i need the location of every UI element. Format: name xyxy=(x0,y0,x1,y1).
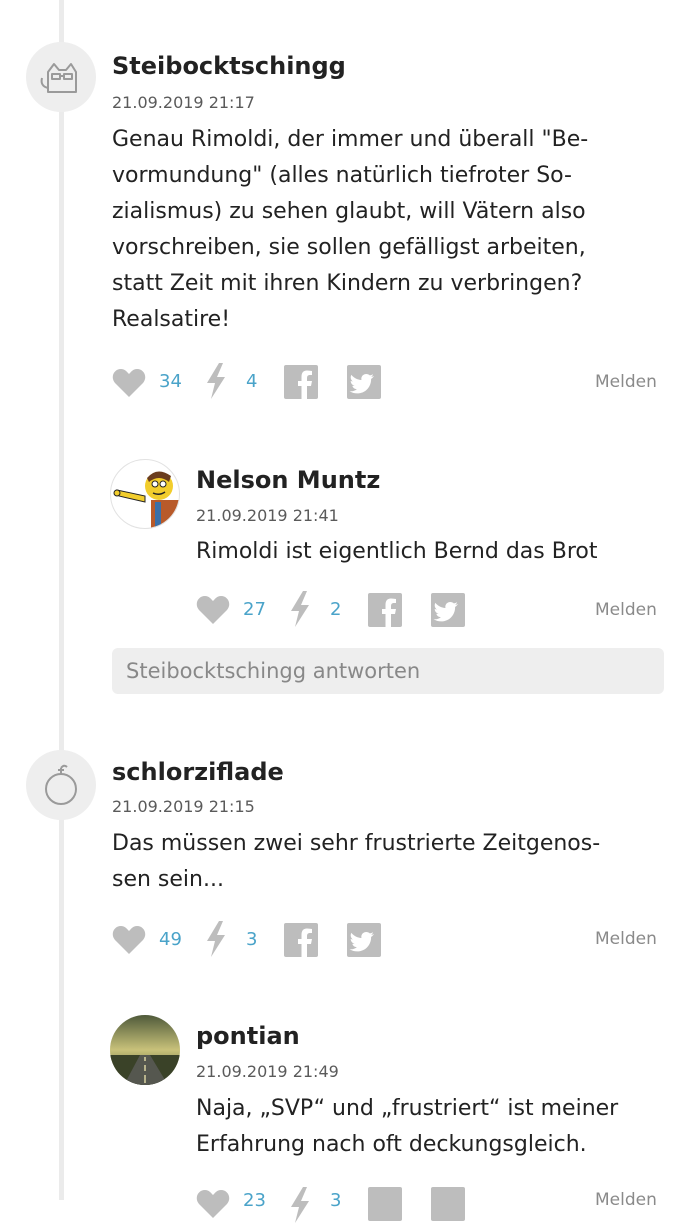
report-link[interactable]: Melden xyxy=(595,1190,657,1210)
lightning-icon[interactable] xyxy=(204,362,228,400)
comment-line: Rimoldi ist eigentlich Bernd das Brot xyxy=(196,539,598,564)
cat-avatar-icon xyxy=(40,63,77,93)
like-count: 23 xyxy=(243,1190,266,1211)
comment-line: vorschreiben, sie sollen gefälligst arbe… xyxy=(112,235,586,260)
comment-date: 21.09.2019 21:49 xyxy=(196,1062,339,1081)
comment-body: Naja, „SVP“ und „frustriert“ ist meiner … xyxy=(196,1091,676,1163)
like-count: 27 xyxy=(243,599,266,620)
like-count: 34 xyxy=(159,371,182,392)
comment-line: sen sein... xyxy=(112,867,224,892)
comment-date: 21.09.2019 21:15 xyxy=(112,797,255,816)
comment-body: Das müssen zwei sehr frustrierte Zeitgen… xyxy=(112,826,672,898)
reply-input[interactable]: Steibocktschingg antworten xyxy=(112,648,664,694)
comment-author[interactable]: pontian xyxy=(196,1022,300,1050)
flash-count: 3 xyxy=(246,929,258,950)
avatar[interactable] xyxy=(26,750,96,820)
facebook-icon[interactable] xyxy=(368,593,402,627)
twitter-icon[interactable] xyxy=(347,923,381,957)
comment-line: Erfahrung nach oft deckungsgleich. xyxy=(196,1132,587,1157)
like-count: 49 xyxy=(159,929,182,950)
heart-icon[interactable] xyxy=(111,924,147,956)
flash-count: 2 xyxy=(330,599,342,620)
avatar[interactable] xyxy=(110,459,180,529)
twitter-icon[interactable] xyxy=(431,593,465,627)
flash-count: 4 xyxy=(246,371,258,392)
avatar[interactable] xyxy=(110,1015,180,1085)
nelson-avatar-icon xyxy=(113,471,179,528)
comment-body: Genau Rimoldi, der immer und überall "Be… xyxy=(112,122,672,338)
thread-line xyxy=(59,0,64,1200)
lightning-icon[interactable] xyxy=(288,590,312,628)
comment-date: 21.09.2019 21:17 xyxy=(112,93,255,112)
comment-author[interactable]: schlorziflade xyxy=(112,758,284,786)
heart-icon[interactable] xyxy=(195,594,231,626)
heart-icon[interactable] xyxy=(111,367,147,399)
avatar[interactable] xyxy=(26,42,96,112)
comment-line: Das müssen zwei sehr frustrierte Zeitgen… xyxy=(112,831,601,856)
report-link[interactable]: Melden xyxy=(595,372,657,392)
lightning-icon[interactable] xyxy=(204,920,228,958)
comment-line: Realsatire! xyxy=(112,307,231,332)
twitter-icon[interactable] xyxy=(431,1187,465,1221)
facebook-icon[interactable] xyxy=(284,923,318,957)
report-link[interactable]: Melden xyxy=(595,929,657,949)
flash-count: 3 xyxy=(330,1190,342,1211)
comment-body: Rimoldi ist eigentlich Bernd das Brot xyxy=(196,534,676,570)
facebook-icon[interactable] xyxy=(284,365,318,399)
comment-date: 21.09.2019 21:41 xyxy=(196,506,339,525)
comment-author[interactable]: Nelson Muntz xyxy=(196,466,380,494)
comment-line: statt Zeit mit ihren Kindern zu verbring… xyxy=(112,271,583,296)
comment-line: zialismus) zu sehen glaubt, will Vätern … xyxy=(112,199,586,224)
lightning-icon[interactable] xyxy=(288,1186,312,1224)
bomb-avatar-icon xyxy=(45,764,77,805)
comment-line: Naja, „SVP“ und „frustriert“ ist meiner xyxy=(196,1096,619,1121)
comment-line: Genau Rimoldi, der immer und überall "Be… xyxy=(112,127,589,152)
comment-author[interactable]: Steibocktschingg xyxy=(112,52,346,80)
twitter-icon[interactable] xyxy=(347,365,381,399)
comment-line: vormundung" (alles natürlich tiefroter S… xyxy=(112,163,572,188)
heart-icon[interactable] xyxy=(195,1188,231,1220)
road-avatar-icon xyxy=(110,1015,180,1085)
report-link[interactable]: Melden xyxy=(595,600,657,620)
facebook-icon[interactable] xyxy=(368,1187,402,1221)
